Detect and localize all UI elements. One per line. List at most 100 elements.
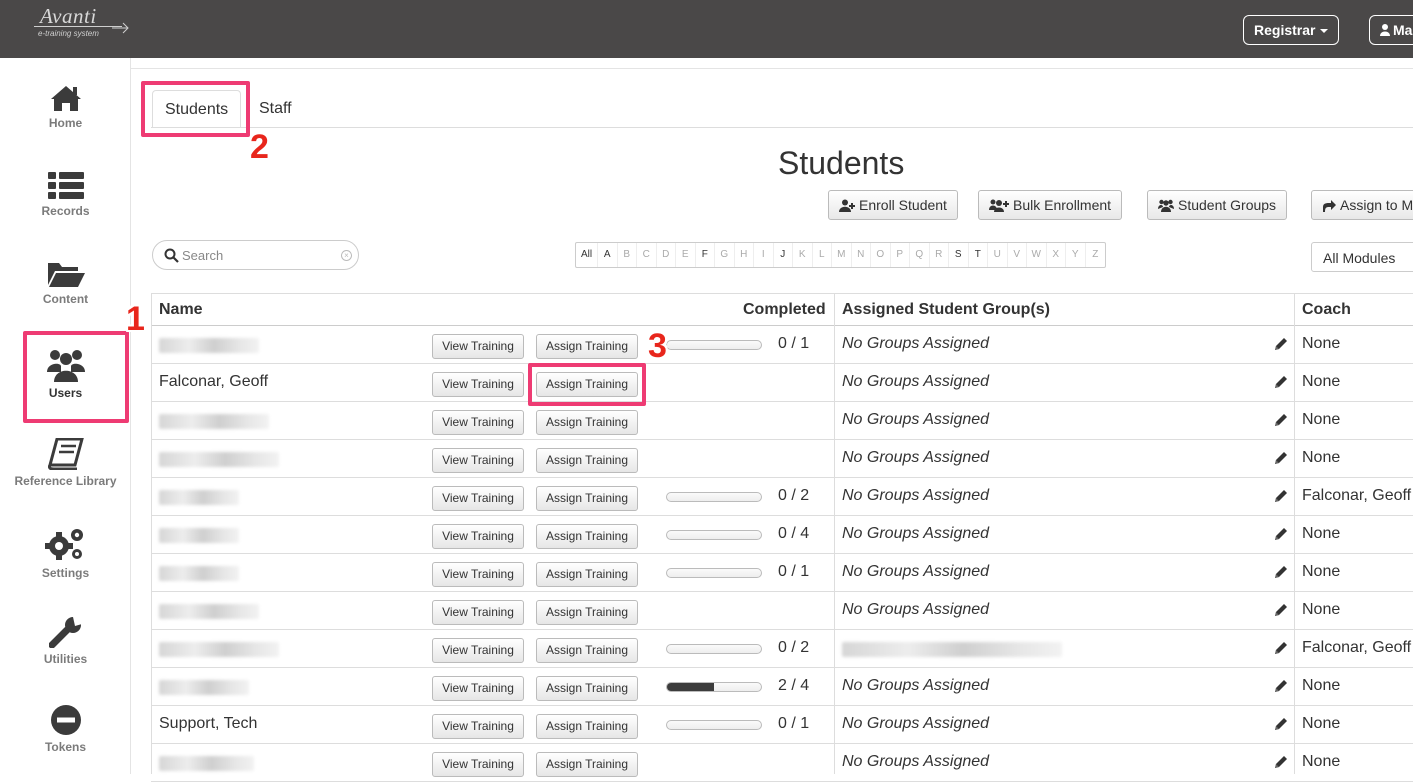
pencil-icon[interactable]	[1274, 337, 1288, 351]
avanti-logo[interactable]: Avanti e-training system	[34, 4, 134, 44]
assign-training-button[interactable]: Assign Training	[536, 676, 638, 701]
sidebar-item-reference-library[interactable]: Reference Library	[0, 438, 131, 488]
letter-filter-f[interactable]: F	[696, 243, 715, 267]
bulk-enrollment-button[interactable]: Bulk Enrollment	[978, 190, 1123, 220]
view-training-button[interactable]: View Training	[432, 600, 524, 625]
assign-training-button[interactable]: Assign Training	[536, 600, 638, 625]
letter-filter-l[interactable]: L	[813, 243, 832, 267]
clear-search-icon[interactable]: ×	[341, 250, 352, 261]
view-training-button[interactable]: View Training	[432, 524, 524, 549]
table-row: View Training Assign Training 0 / 2 No Grou…	[151, 478, 1413, 516]
assign-training-button[interactable]: Assign Training	[536, 752, 638, 777]
assign-training-button[interactable]: Assign Training	[536, 334, 638, 359]
student-groups-button[interactable]: Student Groups	[1147, 190, 1288, 220]
letter-filter-r[interactable]: R	[930, 243, 949, 267]
pencil-icon[interactable]	[1274, 679, 1288, 693]
pencil-icon[interactable]	[1274, 565, 1288, 579]
assign-training-button[interactable]: Assign Training	[536, 714, 638, 739]
table-row: Falconar, Geoff View Training Assign Train…	[151, 364, 1413, 402]
letter-filter-d[interactable]: D	[657, 243, 676, 267]
coach-name: None	[1302, 335, 1341, 352]
letter-filter-v[interactable]: V	[1008, 243, 1027, 267]
coach-name: None	[1302, 715, 1341, 732]
assign-training-button[interactable]: Assign Training	[536, 372, 638, 397]
letter-filter-s[interactable]: S	[949, 243, 969, 267]
assign-training-button[interactable]: Assign Training	[536, 562, 638, 587]
letter-filter-w[interactable]: W	[1027, 243, 1047, 267]
letter-filter-b[interactable]: B	[618, 243, 637, 267]
sidebar-item-users[interactable]: Users	[0, 348, 131, 400]
view-training-button[interactable]: View Training	[432, 562, 524, 587]
view-training-button[interactable]: View Training	[432, 638, 524, 663]
letter-filter-g[interactable]: G	[715, 243, 735, 267]
list-icon	[47, 172, 84, 199]
tabs-divider	[151, 127, 1413, 128]
letter-filter-z[interactable]: Z	[1086, 243, 1106, 267]
sidebar-item-settings[interactable]: Settings	[0, 526, 131, 580]
letter-filter-e[interactable]: E	[676, 243, 696, 267]
view-training-button[interactable]: View Training	[432, 714, 524, 739]
view-training-button[interactable]: View Training	[432, 752, 524, 777]
registrar-dropdown[interactable]: Registrar	[1243, 15, 1340, 45]
pencil-icon[interactable]	[1274, 755, 1288, 769]
letter-filter-n[interactable]: N	[852, 243, 871, 267]
pencil-icon[interactable]	[1274, 641, 1288, 655]
enroll-student-button[interactable]: Enroll Student	[828, 190, 958, 220]
letter-filter-i[interactable]: I	[754, 243, 774, 267]
letter-filter-x[interactable]: X	[1047, 243, 1066, 267]
tab-staff[interactable]: Staff	[247, 90, 304, 128]
assign-training-button[interactable]: Assign Training	[536, 410, 638, 435]
sidebar-item-tokens[interactable]: Tokens	[0, 704, 131, 754]
pencil-icon[interactable]	[1274, 527, 1288, 541]
assigned-groups: No Groups Assigned	[842, 753, 990, 770]
view-training-button[interactable]: View Training	[432, 448, 524, 473]
letter-filter-h[interactable]: H	[735, 243, 754, 267]
pencil-icon[interactable]	[1274, 451, 1288, 465]
assign-training-button[interactable]: Assign Training	[536, 448, 638, 473]
sidebar-item-records[interactable]: Records	[0, 172, 131, 218]
assign-to-button[interactable]: Assign to M	[1311, 190, 1413, 220]
tab-students[interactable]: Students	[152, 90, 242, 128]
letter-filter-u[interactable]: U	[988, 243, 1008, 267]
letter-filter-a[interactable]: A	[598, 243, 618, 267]
letter-filter-p[interactable]: P	[891, 243, 910, 267]
header-groups[interactable]: Assigned Student Group(s)	[842, 301, 1050, 319]
letter-filter-y[interactable]: Y	[1066, 243, 1086, 267]
table-header: Name Completed Assigned Student Group(s)…	[151, 293, 1413, 326]
user-menu-button[interactable]: Ma	[1369, 15, 1413, 45]
view-training-button[interactable]: View Training	[432, 486, 524, 511]
assign-training-button[interactable]: Assign Training	[536, 638, 638, 663]
search-input[interactable]: Search ×	[152, 240, 359, 270]
letter-filter-q[interactable]: Q	[910, 243, 930, 267]
header-coach[interactable]: Coach	[1302, 301, 1351, 319]
view-training-button[interactable]: View Training	[432, 410, 524, 435]
letter-filter-c[interactable]: C	[637, 243, 657, 267]
assign-training-button[interactable]: Assign Training	[536, 486, 638, 511]
sidebar-item-utilities[interactable]: Utilities	[0, 616, 131, 666]
completion-progress-bar	[666, 340, 762, 350]
coach-name: Falconar, Geoff	[1302, 639, 1412, 656]
assign-training-button[interactable]: Assign Training	[536, 524, 638, 549]
header-name[interactable]: Name	[159, 301, 203, 319]
view-training-button[interactable]: View Training	[432, 334, 524, 359]
pencil-icon[interactable]	[1274, 489, 1288, 503]
letter-filter-all[interactable]: All	[576, 243, 598, 267]
letter-filter-o[interactable]: O	[871, 243, 891, 267]
sidebar-item-content[interactable]: Content	[0, 260, 131, 306]
pencil-icon[interactable]	[1274, 375, 1288, 389]
letter-filter-m[interactable]: M	[832, 243, 852, 267]
pencil-icon[interactable]	[1274, 413, 1288, 427]
pencil-icon[interactable]	[1274, 717, 1288, 731]
completion-progress-bar	[666, 720, 762, 730]
letter-filter-k[interactable]: K	[793, 243, 813, 267]
pencil-icon[interactable]	[1274, 603, 1288, 617]
coach-name: None	[1302, 601, 1341, 618]
letter-filter-j[interactable]: J	[774, 243, 793, 267]
sidebar-item-home[interactable]: Home	[0, 84, 131, 130]
view-training-button[interactable]: View Training	[432, 676, 524, 701]
header-completed[interactable]: Completed	[743, 301, 826, 319]
coach-name: None	[1302, 563, 1341, 580]
modules-select[interactable]: All Modules	[1311, 242, 1413, 272]
letter-filter-t[interactable]: T	[969, 243, 988, 267]
view-training-button[interactable]: View Training	[432, 372, 524, 397]
